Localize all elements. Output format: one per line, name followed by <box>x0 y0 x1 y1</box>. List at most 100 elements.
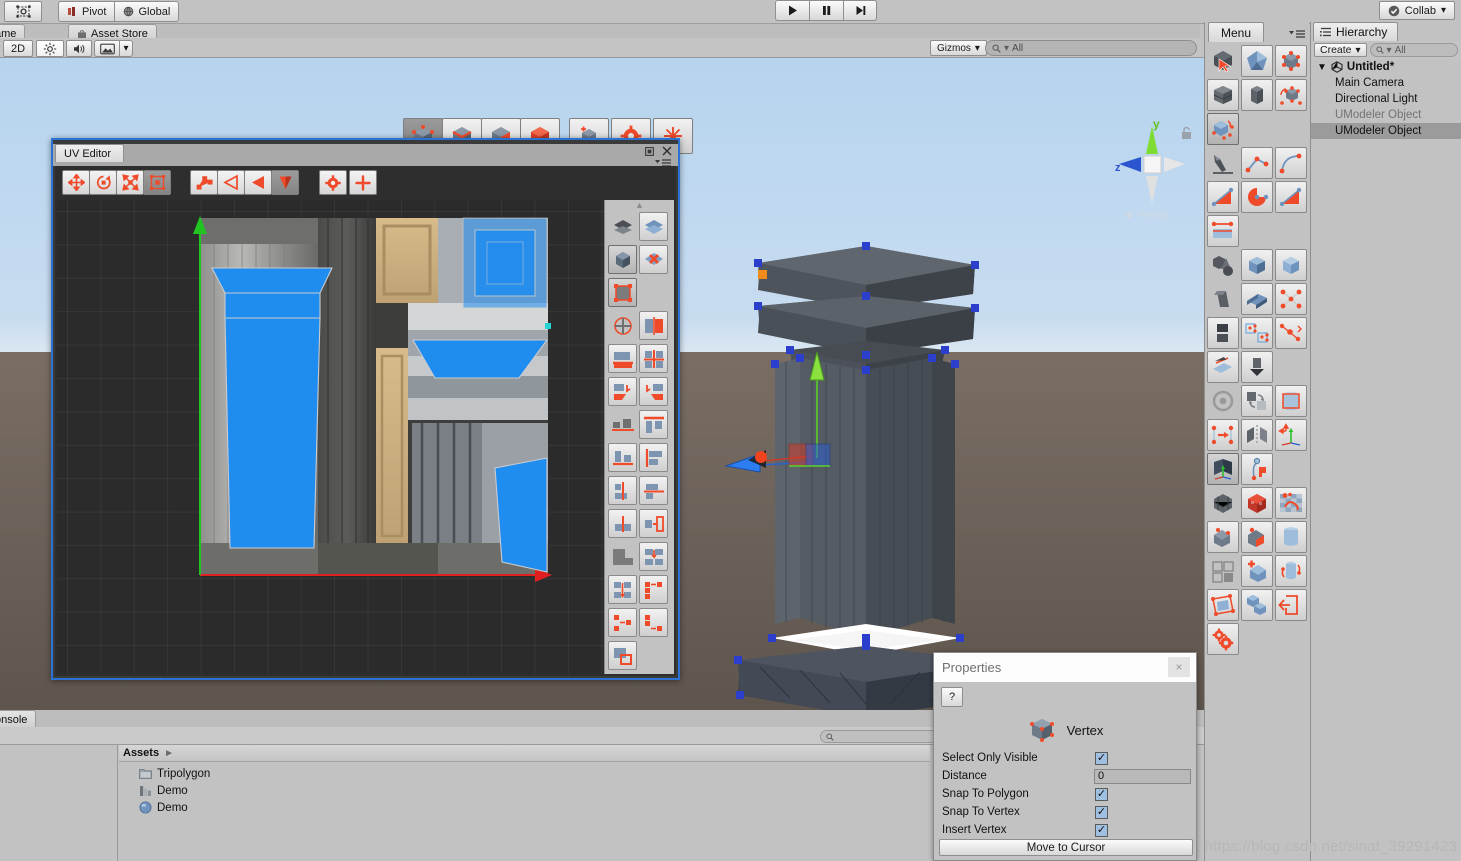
pause-button[interactable] <box>809 0 843 21</box>
properties-titlebar[interactable]: Properties × <box>934 653 1196 682</box>
cylinder-shape-button[interactable] <box>1275 521 1307 553</box>
pie-draw-button[interactable] <box>1241 181 1273 213</box>
combine-button[interactable] <box>1241 589 1273 621</box>
triangle-draw-button[interactable] <box>1275 181 1307 213</box>
audio-toggle-button[interactable] <box>66 40 92 57</box>
flip-normals-button[interactable] <box>1207 351 1239 383</box>
hierarchy-item-umodeler-object-2[interactable]: UModeler Object <box>1311 123 1461 139</box>
box-create-button[interactable] <box>1241 249 1273 281</box>
uv-weld-down[interactable] <box>608 575 637 604</box>
uv-flip-down-right[interactable] <box>639 377 668 406</box>
uv-settings-gear[interactable] <box>319 170 347 195</box>
transform-handles-button[interactable] <box>1275 317 1307 349</box>
uv-edge-select[interactable] <box>217 170 245 195</box>
pen-tool-button[interactable] <box>1207 147 1239 179</box>
face-paint-button[interactable] <box>1241 521 1273 553</box>
maximize-icon[interactable] <box>645 147 654 156</box>
list-item[interactable]: Tripolygon <box>119 765 930 782</box>
move-to-cursor-button[interactable]: Move to Cursor <box>939 839 1193 856</box>
mirror-button[interactable] <box>1241 419 1273 451</box>
pivot-gizmo-button[interactable] <box>1207 453 1239 485</box>
effects-dropdown-button[interactable]: ▾ <box>119 40 133 57</box>
toggle-2d-button[interactable]: 2D <box>3 40 33 57</box>
distance-input[interactable]: 0 <box>1094 769 1191 784</box>
uv-rect-tool[interactable] <box>143 170 171 195</box>
uv-editor-window[interactable]: UV Editor <box>51 138 680 680</box>
uv-editor-tab[interactable]: UV Editor <box>55 144 124 162</box>
lathe-button[interactable] <box>1275 385 1307 417</box>
uv-unwrap-planar[interactable] <box>639 212 668 241</box>
insert-vertex-checkbox[interactable] <box>1095 824 1108 837</box>
play-button[interactable] <box>775 0 809 21</box>
uv-align-baseline[interactable] <box>608 443 637 472</box>
hierarchy-item-main-camera[interactable]: Main Camera <box>1311 75 1461 91</box>
transform-vertices-button[interactable] <box>1275 79 1307 111</box>
rotate-shape-button[interactable] <box>1275 555 1307 587</box>
pivot-button[interactable]: Pivot <box>58 1 114 22</box>
tab-console[interactable]: onsole <box>0 710 36 728</box>
uv-pivot-tool[interactable] <box>349 170 377 195</box>
connect-vertices-button[interactable] <box>1275 283 1307 315</box>
export-button[interactable] <box>1275 589 1307 621</box>
list-item[interactable]: Demo <box>119 799 930 816</box>
bevel-button[interactable] <box>1241 283 1273 315</box>
collab-button[interactable]: Collab ▾ <box>1379 1 1455 20</box>
uv-align-top[interactable] <box>639 410 668 439</box>
uv-center-v[interactable] <box>608 476 637 505</box>
rotate-copy-button[interactable] <box>1207 385 1239 417</box>
conform-button[interactable] <box>1207 589 1239 621</box>
uv-mirror-island[interactable] <box>639 311 668 340</box>
close-icon[interactable]: × <box>1168 657 1190 677</box>
uv-vertex-select[interactable] <box>190 170 218 195</box>
uv-flatten-icon-a[interactable] <box>608 212 637 241</box>
rect-draw-button[interactable] <box>1207 181 1239 213</box>
bezier-curve-button[interactable] <box>1275 147 1307 179</box>
uv-island-select[interactable] <box>271 170 299 195</box>
deform-tool-button[interactable] <box>1207 113 1239 145</box>
uv-select-rect[interactable] <box>608 278 637 307</box>
snap-to-vertex-checkbox[interactable] <box>1095 806 1108 819</box>
hierarchy-scene-row[interactable]: ▼ Untitled* <box>1311 59 1461 75</box>
uv-align-left[interactable] <box>639 443 668 472</box>
uv-editor-open-button[interactable] <box>1275 487 1307 519</box>
panel-menu-icon[interactable] <box>1289 30 1305 38</box>
step-button[interactable] <box>843 0 877 21</box>
polygon-primitive-button[interactable] <box>1241 45 1273 77</box>
line-curve-button[interactable] <box>1241 147 1273 179</box>
lighting-toggle-button[interactable] <box>36 40 64 57</box>
uv-split-v[interactable] <box>608 509 637 538</box>
uv-delete-island[interactable] <box>639 245 668 274</box>
uv-distribute-h[interactable] <box>608 410 637 439</box>
project-folder-tree[interactable] <box>0 745 118 861</box>
help-button[interactable]: ? <box>941 687 963 707</box>
rect-transform-icon[interactable] <box>4 1 42 22</box>
hierarchy-tab[interactable]: Hierarchy <box>1313 22 1398 41</box>
uv-move-tool[interactable] <box>62 170 90 195</box>
hierarchy-search-input[interactable]: ▾ All <box>1370 43 1458 57</box>
subdivide-button[interactable] <box>1207 487 1239 519</box>
grid-snap-button[interactable] <box>1207 555 1239 587</box>
uv-weld-points-b[interactable] <box>608 608 637 637</box>
preferences-button[interactable] <box>1207 623 1239 655</box>
uv-align-center[interactable] <box>639 344 668 373</box>
duplicate-button[interactable] <box>1241 317 1273 349</box>
uv-flip-down-left[interactable] <box>608 377 637 406</box>
uv-tool-palette[interactable]: ▲ <box>604 200 674 674</box>
properties-window[interactable]: Properties × ? Vertex Select Only Visibl… <box>933 652 1197 861</box>
material-paint-button[interactable] <box>1241 487 1273 519</box>
uv-fit-to-rect[interactable] <box>639 509 668 538</box>
box-create-alt-button[interactable] <box>1275 249 1307 281</box>
create-button[interactable]: Create ▾ <box>1314 43 1367 57</box>
gizmos-dropdown-button[interactable]: Gizmos ▾ <box>930 40 987 56</box>
cylinder-primitive-button[interactable] <box>1241 79 1273 111</box>
select-only-visible-checkbox[interactable] <box>1095 752 1108 765</box>
path-extrude-button[interactable] <box>1241 453 1273 485</box>
list-item[interactable]: Demo <box>119 782 930 799</box>
vertex-paint-button[interactable] <box>1207 521 1239 553</box>
uv-stack-step[interactable] <box>608 542 637 571</box>
hierarchy-item-directional-light[interactable]: Directional Light <box>1311 91 1461 107</box>
uv-editor-titlebar[interactable] <box>53 144 678 166</box>
scene-search-input[interactable]: ▾ All <box>985 40 1197 56</box>
select-tool-button[interactable] <box>1207 45 1239 77</box>
uv-inset-island[interactable] <box>608 641 637 670</box>
